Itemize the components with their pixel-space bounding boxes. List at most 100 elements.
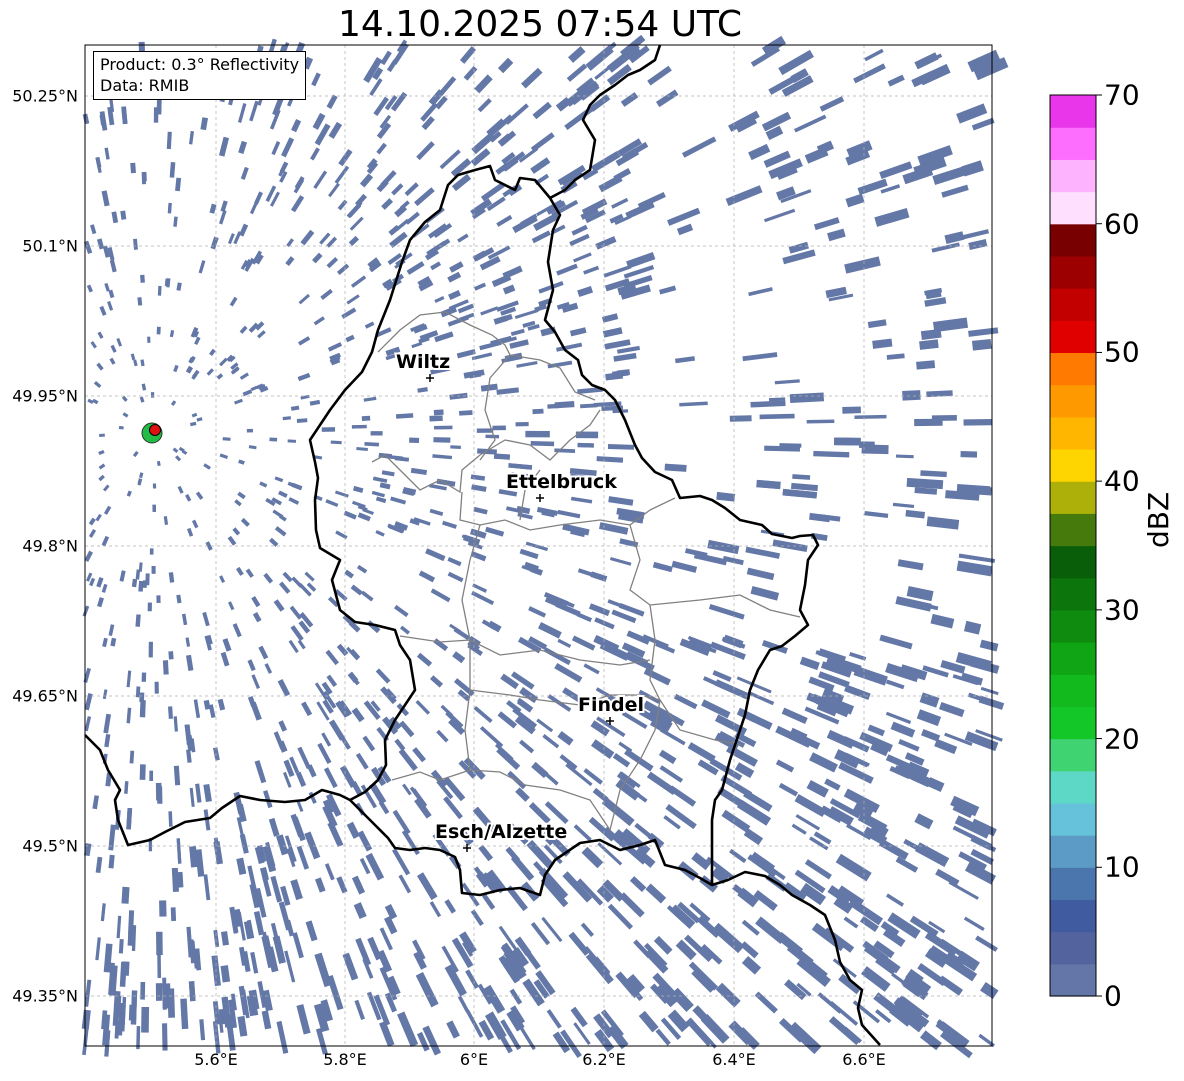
echo-cell: [133, 359, 138, 367]
lat-tick-label: 49.5°N: [22, 836, 78, 856]
lon-tick-label: 6.4°E: [712, 1050, 756, 1069]
echo-cell: [149, 770, 154, 782]
echo-cell: [344, 569, 354, 579]
echo-cell: [239, 325, 248, 334]
echo-cell: [370, 431, 383, 436]
echo-cell: [186, 527, 194, 537]
echo-cell: [219, 453, 229, 460]
echo-cell: [209, 203, 217, 214]
echo-cell: [328, 719, 346, 741]
echo-cell: [429, 901, 442, 918]
echo-cell: [394, 456, 409, 462]
echo-cell: [219, 357, 228, 367]
echo-cell: [525, 541, 549, 552]
echo-cell: [170, 400, 177, 406]
echo-cell: [354, 999, 365, 1021]
echo-cell: [530, 157, 551, 174]
echo-cell: [189, 787, 195, 808]
echo-cell: [185, 494, 192, 502]
echo-cell: [854, 414, 887, 419]
echo-cell: [433, 409, 444, 416]
colorbar-segment: [1050, 770, 1096, 804]
city-label: Ettelbruck: [506, 471, 617, 493]
echo-cell: [404, 182, 419, 197]
echo-cell: [173, 716, 179, 732]
echo-cell: [300, 394, 310, 400]
echo-cell: [129, 750, 135, 764]
echo-cell: [107, 300, 114, 311]
echo-cell: [655, 89, 679, 108]
echo-cell: [110, 344, 117, 353]
echo-cell: [186, 749, 192, 763]
echo-cell: [189, 131, 194, 145]
echo-cell: [436, 729, 449, 743]
echo-cell: [95, 937, 101, 961]
echo-cell: [281, 137, 295, 158]
echo-cell: [228, 601, 235, 611]
colorbar-tick-label: 60: [1104, 207, 1140, 241]
echo-cell: [101, 535, 110, 547]
echo-cell: [298, 293, 311, 305]
echo-cell: [728, 1020, 753, 1046]
echo-cell: [310, 147, 320, 161]
echo-cell: [216, 373, 224, 380]
echo-cell: [932, 317, 969, 333]
echo-cell: [853, 63, 886, 84]
echo-cell: [236, 566, 244, 576]
echo-cell: [681, 136, 717, 158]
echo-cell: [219, 136, 229, 157]
echo-cell: [363, 396, 377, 402]
echo-cell: [343, 510, 357, 520]
echo-cell: [667, 207, 701, 226]
echo-cell: [277, 679, 291, 697]
echo-cell: [528, 606, 547, 618]
echo-cell: [471, 484, 487, 492]
echo-cell: [95, 856, 103, 874]
echo-cell: [336, 263, 350, 275]
echo-cell: [82, 113, 90, 125]
echo-cell: [956, 103, 988, 124]
echo-cell: [220, 931, 230, 946]
echo-cell: [261, 1010, 272, 1030]
echo-cell: [557, 509, 581, 519]
echo-cell: [971, 117, 995, 131]
echo-cell: [348, 235, 360, 246]
echo-cell: [104, 733, 111, 748]
echo-cell: [212, 1021, 221, 1054]
echo-cell: [463, 65, 478, 81]
echo-cell: [480, 306, 499, 316]
echo-cell: [741, 956, 762, 975]
echo-cell: [580, 922, 595, 938]
echo-cell: [270, 875, 283, 903]
echo-cell: [104, 147, 110, 160]
echo-cell: [867, 724, 886, 737]
echo-cell: [926, 516, 960, 530]
echo-cell: [248, 445, 257, 450]
colorbar-tick-label: 20: [1104, 722, 1140, 756]
echo-cell: [919, 339, 939, 350]
echo-cell: [970, 834, 993, 851]
echo-cell: [447, 271, 462, 283]
echo-cell: [124, 781, 129, 794]
echo-cell: [609, 557, 632, 566]
echo-cell: [607, 903, 634, 930]
echo-cell: [312, 252, 323, 264]
echo-cell: [334, 165, 350, 184]
echo-cell: [323, 767, 338, 789]
echo-cell: [97, 597, 104, 608]
echo-cell: [432, 454, 453, 460]
echo-cell: [273, 731, 285, 750]
echo-cell: [916, 709, 942, 727]
echo-cell: [956, 560, 993, 577]
echo-cell: [95, 513, 102, 522]
echo-cell: [336, 643, 349, 656]
echo-cell: [754, 991, 778, 1014]
echo-cell: [249, 100, 259, 122]
echo-cell: [173, 765, 181, 786]
colorbar-segment: [1050, 931, 1096, 965]
echo-cell: [335, 530, 348, 540]
echo-cell: [252, 612, 262, 623]
colorbar-segment: [1050, 674, 1096, 707]
echo-cell: [828, 1016, 861, 1046]
echo-cell: [229, 296, 238, 307]
